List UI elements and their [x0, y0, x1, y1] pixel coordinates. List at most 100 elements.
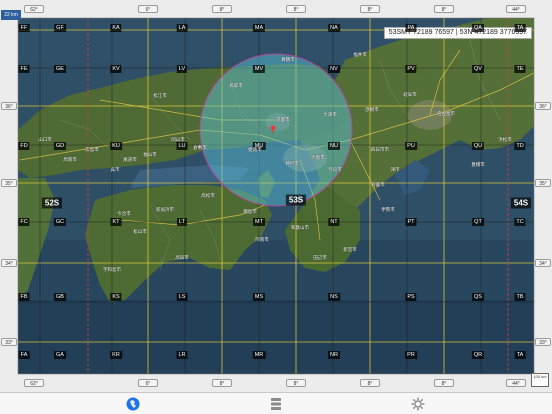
- grid-square-label: FD: [18, 142, 30, 150]
- place-name: 鳥取市: [229, 83, 243, 88]
- left-tick: 34°: [1, 259, 17, 267]
- grid-square-label: TA: [514, 351, 526, 359]
- tab-map[interactable]: [125, 396, 141, 412]
- grid-square-label: LS: [176, 293, 188, 301]
- grid-square-label: MT: [253, 218, 265, 226]
- place-name: 阿南市: [255, 237, 269, 242]
- grid-square-label: PU: [405, 142, 417, 150]
- grid-square-label: FE: [18, 65, 30, 73]
- right-tick: 35°: [535, 179, 551, 187]
- tab-bar: [0, 392, 552, 414]
- grid-square-label: MA: [252, 24, 266, 32]
- right-tick: 36°: [535, 102, 551, 110]
- place-name: 京都市: [276, 117, 290, 122]
- grid-square-label: LV: [176, 65, 188, 73]
- grid-square-label: FB: [18, 293, 30, 301]
- place-name: 高知市: [175, 255, 189, 260]
- grid-square-label: MR: [252, 351, 266, 359]
- bottom-tick: 8°: [434, 379, 454, 387]
- top-tick: 62°: [24, 5, 44, 13]
- grid-square-label: MV: [252, 65, 266, 73]
- place-name: 広島市: [85, 147, 99, 152]
- grid-square-label: FC: [18, 218, 30, 226]
- top-tick: 6°: [138, 5, 158, 13]
- grid-square-label: MS: [252, 293, 266, 301]
- place-name: 伊勢市: [381, 207, 395, 212]
- grid-square-label: GD: [53, 142, 67, 150]
- top-tick: 8°: [212, 5, 232, 13]
- place-name: 周南市: [63, 157, 77, 162]
- grid-square-label: GC: [53, 218, 67, 226]
- place-name: 浜松市: [498, 137, 512, 142]
- grid-square-label: QU: [471, 142, 485, 150]
- grid-square-label: KR: [110, 351, 122, 359]
- place-name: 岡山市: [171, 137, 185, 142]
- place-name: 新宮市: [343, 247, 357, 252]
- grid-square-label: PA: [405, 24, 417, 32]
- tab-settings[interactable]: [410, 396, 426, 412]
- place-name: 今治市: [117, 211, 131, 216]
- grid-square-label: KS: [110, 293, 122, 301]
- grid-square-label: LT: [176, 218, 188, 226]
- grid-square-label: LU: [176, 142, 188, 150]
- place-name: 山口市: [38, 137, 52, 142]
- bottom-tick: 44°: [506, 379, 526, 387]
- bottom-tick: 6°: [138, 379, 158, 387]
- place-name: 倉敷市: [193, 145, 207, 150]
- place-name: 松山市: [133, 229, 147, 234]
- grid-square-label: FA: [18, 351, 30, 359]
- settings-gear-icon: [411, 397, 425, 411]
- grid-square-label: FF: [18, 24, 30, 32]
- grid-square-label: GB: [54, 293, 66, 301]
- grid-square-label: LR: [176, 351, 188, 359]
- grid-square-label: QA: [472, 24, 484, 32]
- place-name: 大阪市: [311, 155, 325, 160]
- map-canvas[interactable]: [0, 0, 552, 392]
- place-name: 名古屋市: [437, 111, 455, 116]
- grid-square-label: KA: [110, 24, 122, 32]
- left-tick: 33°: [1, 338, 17, 346]
- place-name: 津市: [390, 167, 400, 172]
- place-name: 四日市市: [371, 147, 389, 152]
- grid-square-label: TD: [514, 142, 526, 150]
- grid-square-label: TB: [514, 293, 526, 301]
- grid-square-label: PV: [405, 65, 417, 73]
- grid-square-label: QT: [472, 218, 484, 226]
- place-name: 奈良市: [328, 167, 342, 172]
- place-name: 和歌山市: [291, 225, 309, 230]
- zoom-level-badge[interactable]: 22 km: [1, 10, 21, 20]
- place-name: 豊橋市: [471, 162, 485, 167]
- place-name: 徳島市: [243, 209, 257, 214]
- bottom-tick: 8°: [286, 379, 306, 387]
- layers-icon: [271, 398, 281, 410]
- bottom-tick: 8°: [212, 379, 232, 387]
- grid-square-label: NA: [328, 24, 340, 32]
- grid-square-label: PT: [405, 218, 417, 226]
- place-name: 福井市: [353, 52, 367, 57]
- place-name: 尾道市: [123, 157, 137, 162]
- top-tick: 8°: [286, 5, 306, 13]
- place-name: 福山市: [143, 152, 157, 157]
- grid-square-label: KV: [110, 65, 122, 73]
- bottom-tick: 62°: [24, 379, 44, 387]
- grid-square-label: NT: [328, 218, 340, 226]
- place-name: 宇和島市: [103, 267, 121, 272]
- place-name: 姫路市: [248, 147, 262, 152]
- grid-square-label: QV: [472, 65, 484, 73]
- grid-square-label: TA: [514, 24, 526, 32]
- grid-square-label: TE: [514, 65, 526, 73]
- place-name: 新居浜市: [156, 207, 174, 212]
- place-name: 岐阜市: [403, 92, 417, 97]
- top-tick: 8°: [434, 5, 454, 13]
- grid-square-label: GE: [54, 65, 66, 73]
- map-app: 62° 6° 8° 8° 8° 8° 44° 62° 6° 8° 8° 8° 8…: [0, 0, 552, 414]
- grid-square-label: KU: [110, 142, 122, 150]
- zone-label-right: 54S: [510, 197, 532, 209]
- place-name: 大津市: [323, 112, 337, 117]
- grid-square-label: GA: [54, 351, 66, 359]
- grid-square-label: NR: [328, 351, 340, 359]
- grid-square-label: PS: [405, 293, 417, 301]
- tab-layers[interactable]: [268, 396, 284, 412]
- map-view[interactable]: 62° 6° 8° 8° 8° 8° 44° 62° 6° 8° 8° 8° 8…: [0, 0, 552, 392]
- grid-square-label: LA: [176, 24, 188, 32]
